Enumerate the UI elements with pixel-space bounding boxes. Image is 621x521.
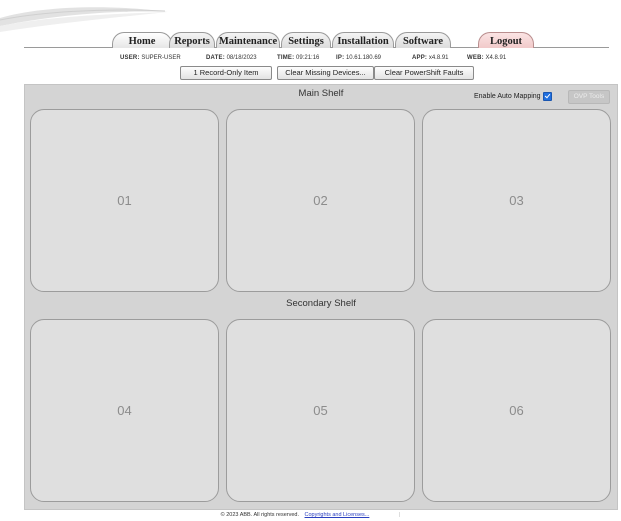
secondary-shelf-title: Secondary Shelf (286, 298, 356, 309)
date-label: DATE: (206, 55, 225, 61)
ip-value: 10.61.180.69 (345, 55, 381, 61)
auto-mapping-label: Enable Auto Mapping (474, 93, 541, 100)
slot-card[interactable]: 05 (226, 319, 415, 502)
slot-card[interactable]: 01 (30, 109, 219, 292)
slot-card[interactable]: 04 (30, 319, 219, 502)
tab-logout[interactable]: Logout (478, 32, 534, 48)
footer-separator: | (398, 512, 401, 518)
status-web: WEB: X4.8.91 (467, 55, 506, 61)
slot-number: 05 (313, 403, 328, 418)
clear-powershift-faults-button[interactable]: Clear PowerShift Faults (374, 66, 474, 80)
user-value: SUPER-USER (141, 55, 181, 61)
app-page: Home Reports Maintenance Settings Instal… (0, 0, 621, 521)
slot-number: 04 (117, 403, 132, 418)
tab-installation[interactable]: Installation (332, 32, 394, 48)
tab-software[interactable]: Software (395, 32, 451, 48)
tab-settings[interactable]: Settings (281, 32, 331, 48)
slot-number: 06 (509, 403, 524, 418)
clear-missing-devices-button[interactable]: Clear Missing Devices... (277, 66, 374, 80)
status-ip: IP: 10.61.180.69 (336, 55, 381, 61)
slot-card[interactable]: 03 (422, 109, 611, 292)
app-value: x4.8.91 (428, 55, 449, 61)
record-only-button[interactable]: 1 Record-Only Item (180, 66, 272, 80)
status-date: DATE: 08/18/2023 (206, 55, 257, 61)
status-app: APP: x4.8.91 (412, 55, 449, 61)
auto-mapping-checkbox[interactable] (542, 92, 552, 101)
slot-card[interactable]: 02 (226, 109, 415, 292)
web-value: X4.8.91 (485, 55, 507, 61)
status-time: TIME: 09:21:16 (277, 55, 319, 61)
slot-card[interactable]: 06 (422, 319, 611, 502)
web-label: WEB: (467, 55, 484, 61)
tab-reports[interactable]: Reports (169, 32, 215, 48)
copyright-text: © 2023 ABB. All rights reserved. (220, 512, 299, 518)
footer: © 2023 ABB. All rights reserved. Copyrig… (0, 512, 621, 518)
status-bar: USER: SUPER-USER DATE: 08/18/2023 TIME: … (0, 55, 621, 65)
date-value: 08/18/2023 (226, 55, 257, 61)
time-label: TIME: (277, 55, 295, 61)
slot-number: 01 (117, 193, 132, 208)
app-label: APP: (412, 55, 428, 61)
slot-number: 03 (509, 193, 524, 208)
user-label: USER: (120, 55, 140, 61)
ip-label: IP: (336, 55, 345, 61)
tab-home[interactable]: Home (112, 32, 172, 48)
status-user: USER: SUPER-USER (120, 55, 181, 61)
copyrights-licenses-link[interactable]: Copyrights and Licenses... (305, 512, 370, 518)
tab-maintenance[interactable]: Maintenance (216, 32, 280, 48)
auto-mapping-toggle[interactable]: Enable Auto Mapping (474, 92, 552, 101)
ovp-tools-button[interactable]: OVP Tools (568, 90, 610, 104)
time-value: 09:21:16 (296, 55, 320, 61)
slot-number: 02 (313, 193, 328, 208)
main-shelf-title: Main Shelf (298, 88, 344, 99)
